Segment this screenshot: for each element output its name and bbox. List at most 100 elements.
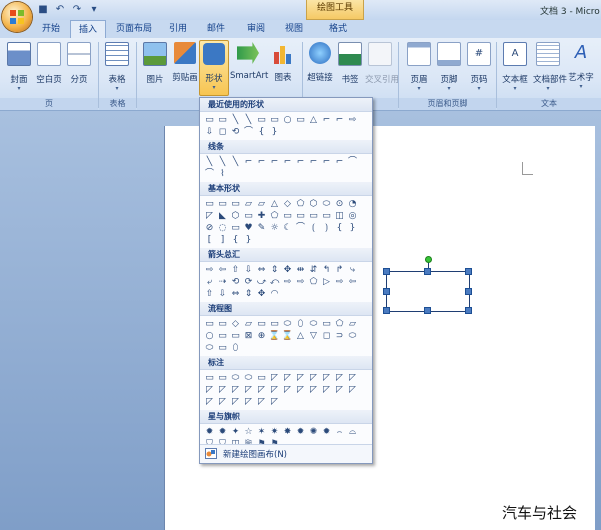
- shape-option[interactable]: ]: [216, 234, 229, 246]
- shape-option[interactable]: ⇧: [203, 288, 216, 300]
- shape-option[interactable]: ☾: [281, 222, 294, 234]
- smartart-button[interactable]: SmartArt: [230, 42, 268, 94]
- shape-option[interactable]: ╲: [203, 156, 216, 168]
- tab-review[interactable]: 审阅: [240, 20, 272, 38]
- shape-option[interactable]: ▭: [216, 372, 229, 384]
- tab-view[interactable]: 视图: [278, 20, 310, 38]
- shape-option[interactable]: ⇨: [333, 276, 346, 288]
- shape-option[interactable]: ◸: [216, 384, 229, 396]
- shape-option[interactable]: ♥: [242, 222, 255, 234]
- shape-option[interactable]: ⇦: [346, 276, 359, 288]
- shape-option[interactable]: ⇨: [294, 276, 307, 288]
- shape-option[interactable]: ⟲: [229, 276, 242, 288]
- table-button[interactable]: 表格 ▾: [102, 42, 132, 94]
- shape-option[interactable]: ⬯: [229, 342, 242, 354]
- shape-option[interactable]: ◸: [307, 372, 320, 384]
- shape-option[interactable]: ◇: [281, 198, 294, 210]
- shape-option[interactable]: }: [346, 222, 359, 234]
- shape-option[interactable]: ▭: [268, 318, 281, 330]
- clipart-button[interactable]: 剪贴画: [170, 42, 200, 94]
- shape-option[interactable]: ✦: [229, 426, 242, 438]
- shape-option[interactable]: ◸: [333, 384, 346, 396]
- shape-option[interactable]: ▽: [307, 330, 320, 342]
- shape-option[interactable]: ◸: [281, 372, 294, 384]
- shape-option[interactable]: ⬯: [294, 318, 307, 330]
- shape-option[interactable]: ⌐: [255, 156, 268, 168]
- resize-handle-sw[interactable]: [383, 307, 390, 314]
- shape-option[interactable]: ▱: [346, 318, 359, 330]
- shape-option[interactable]: ⇢: [216, 276, 229, 288]
- blank-page-button[interactable]: 空白页: [34, 42, 64, 94]
- shape-option[interactable]: ⌇: [216, 168, 229, 180]
- shape-option[interactable]: ⌐: [281, 156, 294, 168]
- shape-option[interactable]: ⤻: [255, 276, 268, 288]
- shape-option[interactable]: ⊕: [255, 330, 268, 342]
- shape-option[interactable]: △: [307, 114, 320, 126]
- resize-handle-w[interactable]: [383, 288, 390, 295]
- shape-option[interactable]: ◸: [320, 372, 333, 384]
- shape-option[interactable]: ▭: [229, 198, 242, 210]
- shape-option[interactable]: ⬠: [268, 210, 281, 222]
- shape-option[interactable]: ⊃: [333, 330, 346, 342]
- shape-option[interactable]: ◌: [216, 222, 229, 234]
- footer-button[interactable]: 页脚 ▾: [434, 42, 464, 94]
- shape-option[interactable]: ◸: [294, 372, 307, 384]
- shape-option[interactable]: ⬭: [229, 372, 242, 384]
- shape-option[interactable]: ▱: [242, 318, 255, 330]
- shape-option[interactable]: ⬠: [294, 198, 307, 210]
- new-drawing-canvas-item[interactable]: 新建绘图画布(N): [200, 444, 372, 463]
- shape-option[interactable]: ◸: [307, 384, 320, 396]
- shape-option[interactable]: {: [229, 234, 242, 246]
- resize-handle-nw[interactable]: [383, 268, 390, 275]
- shape-option[interactable]: ⟮: [307, 222, 320, 234]
- shape-option[interactable]: ╲: [229, 156, 242, 168]
- shape-option[interactable]: ◻: [216, 126, 229, 138]
- shape-option[interactable]: ▭: [294, 114, 307, 126]
- shape-option[interactable]: ▭: [203, 318, 216, 330]
- shape-option[interactable]: ⌐: [320, 114, 333, 126]
- shape-option[interactable]: ⬠: [307, 276, 320, 288]
- shape-option[interactable]: ⇦: [216, 264, 229, 276]
- shape-option[interactable]: ⌐: [333, 156, 346, 168]
- shape-option[interactable]: ◸: [203, 384, 216, 396]
- shape-option[interactable]: ⤶: [203, 276, 216, 288]
- shape-option[interactable]: ⊙: [333, 198, 346, 210]
- shape-option[interactable]: ▭: [307, 210, 320, 222]
- shape-option[interactable]: {: [255, 126, 268, 138]
- save-icon[interactable]: ■: [36, 3, 50, 16]
- resize-handle-s[interactable]: [424, 307, 431, 314]
- shape-option[interactable]: ⟲: [229, 126, 242, 138]
- shape-option[interactable]: ◸: [268, 384, 281, 396]
- shape-option[interactable]: ⌐: [268, 156, 281, 168]
- shape-option[interactable]: ◸: [242, 384, 255, 396]
- shape-option[interactable]: ◻: [320, 330, 333, 342]
- shape-option[interactable]: ⟯: [320, 222, 333, 234]
- shape-option[interactable]: ⇩: [242, 264, 255, 276]
- shape-option[interactable]: ☼: [268, 222, 281, 234]
- resize-handle-ne[interactable]: [465, 268, 472, 275]
- shape-option[interactable]: ▭: [203, 372, 216, 384]
- shape-option[interactable]: ↱: [333, 264, 346, 276]
- redo-icon[interactable]: ↷: [70, 3, 84, 16]
- undo-icon[interactable]: ↶: [53, 3, 67, 16]
- shape-option[interactable]: }: [242, 234, 255, 246]
- shape-option[interactable]: ▱: [242, 198, 255, 210]
- shape-option[interactable]: ✺: [307, 426, 320, 438]
- shape-option[interactable]: ▭: [216, 198, 229, 210]
- resize-handle-e[interactable]: [465, 288, 472, 295]
- shape-option[interactable]: ▭: [242, 210, 255, 222]
- shape-option[interactable]: ⬠: [333, 318, 346, 330]
- shape-option[interactable]: ▭: [216, 330, 229, 342]
- shape-option[interactable]: ◸: [255, 396, 268, 408]
- page-break-button[interactable]: 分页: [64, 42, 94, 94]
- shape-option[interactable]: ↰: [320, 264, 333, 276]
- shape-option[interactable]: ⤺: [268, 276, 281, 288]
- tab-insert[interactable]: 插入: [70, 20, 106, 39]
- shape-option[interactable]: ╲: [242, 114, 255, 126]
- header-button[interactable]: 页眉 ▾: [404, 42, 434, 94]
- shape-option[interactable]: ▭: [255, 318, 268, 330]
- shape-option[interactable]: ⌒: [294, 222, 307, 234]
- shape-option[interactable]: ◇: [229, 318, 242, 330]
- shape-option[interactable]: ▭: [216, 342, 229, 354]
- shape-option[interactable]: ⟳: [242, 276, 255, 288]
